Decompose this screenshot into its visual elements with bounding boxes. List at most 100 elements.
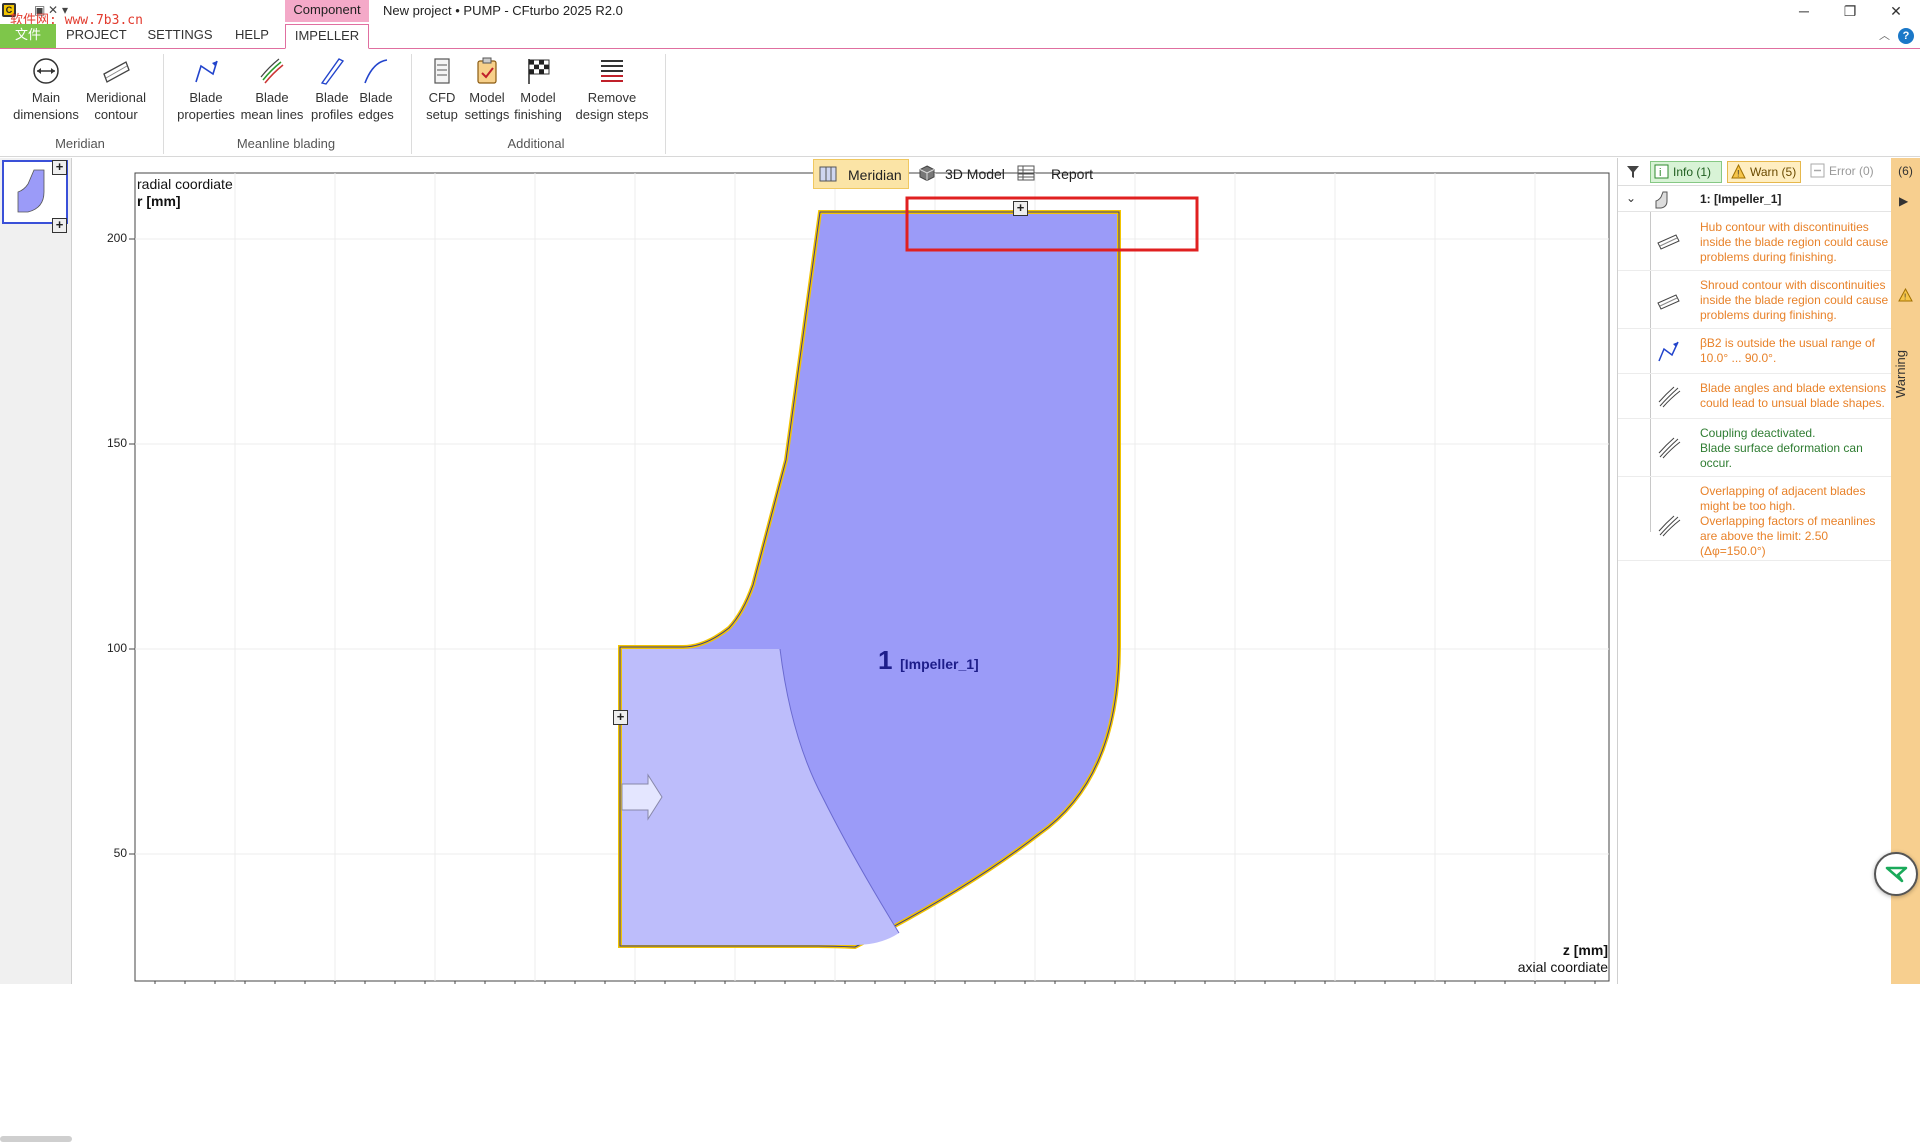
cfd-setup-label: CFD setup bbox=[426, 90, 458, 122]
component-panel: + + bbox=[0, 158, 72, 1142]
window-title: New project • PUMP - CFturbo 2025 R2.0 bbox=[383, 3, 623, 18]
svg-text:!: ! bbox=[1737, 169, 1740, 179]
message-item[interactable]: Coupling deactivated. Blade surface defo… bbox=[1618, 419, 1891, 477]
clipboard-check-icon bbox=[477, 57, 497, 84]
warn-filter-tab[interactable]: ! Warn (5) bbox=[1727, 161, 1801, 183]
message-item[interactable]: Shroud contour with discontinuities insi… bbox=[1618, 271, 1891, 329]
group-separator bbox=[163, 54, 164, 154]
chevron-up-icon[interactable]: ︿ bbox=[1879, 27, 1890, 43]
y-tick-label: 200 bbox=[106, 231, 127, 245]
component-number: 1 bbox=[878, 645, 893, 675]
plot-handle-plus-icon[interactable]: + bbox=[613, 710, 628, 725]
view-report-label: Report bbox=[1051, 166, 1094, 182]
y-tick-label: 100 bbox=[106, 641, 127, 655]
message-item[interactable]: Blade angles and blade extensions could … bbox=[1618, 374, 1891, 419]
x-axis-title: axial coordiate bbox=[1517, 959, 1608, 975]
blade-angle-icon bbox=[1658, 341, 1679, 362]
message-item[interactable]: βB2 is outside the usual range of 10.0° … bbox=[1618, 329, 1891, 374]
warning-icon: ! bbox=[1731, 164, 1746, 179]
add-component-plus-icon[interactable]: + bbox=[52, 218, 67, 233]
svg-text:!: ! bbox=[1904, 293, 1906, 302]
meridian-plot-area[interactable]: + + radial coordiate r [mm] 200 150 100 … bbox=[73, 158, 1615, 984]
hub-contour-icon bbox=[1657, 234, 1680, 250]
message-item[interactable]: Hub contour with discontinuities inside … bbox=[1618, 213, 1891, 271]
model-finishing-button[interactable]: Model finishing bbox=[512, 56, 564, 123]
filter-icon[interactable] bbox=[1626, 165, 1640, 179]
message-text: Coupling deactivated. Blade surface defo… bbox=[1700, 426, 1863, 470]
meridional-contour-icon bbox=[103, 61, 130, 83]
blade-mean-lines-label: Blade mean lines bbox=[240, 90, 304, 122]
blade-mean-lines-icon bbox=[1658, 386, 1681, 408]
checkered-flag-icon bbox=[528, 59, 550, 84]
svg-text:i: i bbox=[1659, 167, 1661, 179]
context-tab-component: Component bbox=[285, 0, 369, 22]
blade-edges-icon bbox=[364, 59, 388, 84]
window-close-button[interactable]: ✕ bbox=[1874, 0, 1918, 22]
view-report-button[interactable]: Report bbox=[1015, 159, 1105, 189]
warning-count: (6) bbox=[1898, 164, 1913, 178]
y-axis-unit: r [mm] bbox=[137, 193, 181, 209]
info-tab-label: Info (1) bbox=[1673, 165, 1712, 179]
messages-panel: i Info (1) ! Warn (5) Error (0) ⌄ 1: [Im… bbox=[1617, 158, 1891, 984]
blade-edges-button[interactable]: Blade edges bbox=[352, 56, 400, 123]
view-meridian-button[interactable]: Meridian bbox=[813, 159, 909, 189]
remove-design-steps-label: Remove design steps bbox=[575, 90, 649, 122]
impeller-icon bbox=[1655, 191, 1668, 209]
blade-properties-button[interactable]: Blade properties bbox=[172, 56, 240, 123]
remove-design-steps-button[interactable]: Remove design steps bbox=[566, 56, 658, 123]
blade-mean-lines-button[interactable]: Blade mean lines bbox=[238, 56, 306, 123]
minimize-button[interactable]: ─ bbox=[1782, 0, 1826, 22]
expand-plus-icon[interactable]: + bbox=[52, 160, 67, 175]
chevron-down-icon[interactable]: ⌄ bbox=[1626, 191, 1636, 205]
table-icon bbox=[1017, 165, 1035, 181]
tree-node-impeller[interactable]: ⌄ 1: [Impeller_1] bbox=[1618, 188, 1891, 212]
restore-button[interactable]: ❐ bbox=[1828, 0, 1872, 22]
meridian-view-icon bbox=[819, 166, 837, 182]
warning-sidebar-label: Warning bbox=[1893, 350, 1908, 398]
blade-mean-lines-icon bbox=[260, 58, 284, 84]
warning-icon: ! bbox=[1898, 288, 1913, 302]
main-dimensions-button[interactable]: Main dimensions bbox=[10, 56, 82, 123]
view-meridian-label: Meridian bbox=[848, 167, 902, 183]
y-tick-marks bbox=[129, 238, 135, 855]
meridional-contour-button[interactable]: Meridional contour bbox=[82, 56, 150, 123]
tab-settings[interactable]: SETTINGS bbox=[144, 24, 216, 48]
model-settings-label: Model settings bbox=[464, 90, 510, 122]
blade-properties-icon bbox=[195, 60, 218, 83]
x-axis-unit: z [mm] bbox=[1562, 942, 1608, 958]
blade-edges-label: Blade edges bbox=[358, 90, 394, 122]
message-text: βB2 is outside the usual range of 10.0° … bbox=[1700, 336, 1876, 365]
view-3d-model-button[interactable]: 3D Model bbox=[915, 159, 1013, 189]
tab-help[interactable]: HELP bbox=[228, 24, 276, 48]
play-icon[interactable]: ▶ bbox=[1899, 194, 1908, 208]
blade-profiles-icon bbox=[320, 58, 345, 85]
messages-toolbar: i Info (1) ! Warn (5) Error (0) bbox=[1618, 158, 1891, 186]
error-filter-tab[interactable]: Error (0) bbox=[1807, 161, 1887, 183]
group-meridian-label: Meridian bbox=[55, 136, 105, 151]
group-additional-label: Additional bbox=[507, 136, 565, 151]
model-settings-button[interactable]: Model settings bbox=[462, 56, 512, 123]
title-bar: C ▣ ✕ ▾ 软件网: www.7b3.cn Component New pr… bbox=[0, 0, 1920, 28]
x-axis-label: z [mm] axial coordiate bbox=[1518, 942, 1608, 976]
plot-handle-plus-icon[interactable]: + bbox=[1013, 201, 1028, 216]
group-separator bbox=[665, 54, 666, 154]
y-axis-label: radial coordiate r [mm] bbox=[137, 176, 233, 210]
y-tick-label: 50 bbox=[113, 846, 127, 860]
message-text: Blade angles and blade extensions could … bbox=[1700, 381, 1887, 410]
floating-assistant-button[interactable] bbox=[1874, 852, 1918, 896]
tab-file[interactable]: 文件 bbox=[0, 24, 56, 48]
message-text: Overlapping of adjacent blades might be … bbox=[1700, 484, 1876, 558]
scrollbar[interactable] bbox=[0, 1136, 72, 1142]
tab-project[interactable]: PROJECT bbox=[66, 24, 127, 48]
message-item[interactable]: Overlapping of adjacent blades might be … bbox=[1618, 477, 1891, 561]
info-icon: i bbox=[1654, 164, 1669, 179]
tab-impeller[interactable]: IMPELLER bbox=[285, 24, 369, 49]
help-icon[interactable]: ? bbox=[1898, 28, 1914, 44]
info-filter-tab[interactable]: i Info (1) bbox=[1650, 161, 1722, 183]
y-tick-label: 150 bbox=[106, 436, 127, 450]
warn-tab-label: Warn (5) bbox=[1750, 165, 1797, 179]
cfd-setup-button[interactable]: CFD setup bbox=[420, 56, 464, 123]
menu-bar: 文件 PROJECT SETTINGS HELP IMPELLER ︿ ? bbox=[0, 24, 1920, 49]
meridian-plot bbox=[129, 172, 1610, 984]
model-finishing-label: Model finishing bbox=[514, 90, 562, 122]
